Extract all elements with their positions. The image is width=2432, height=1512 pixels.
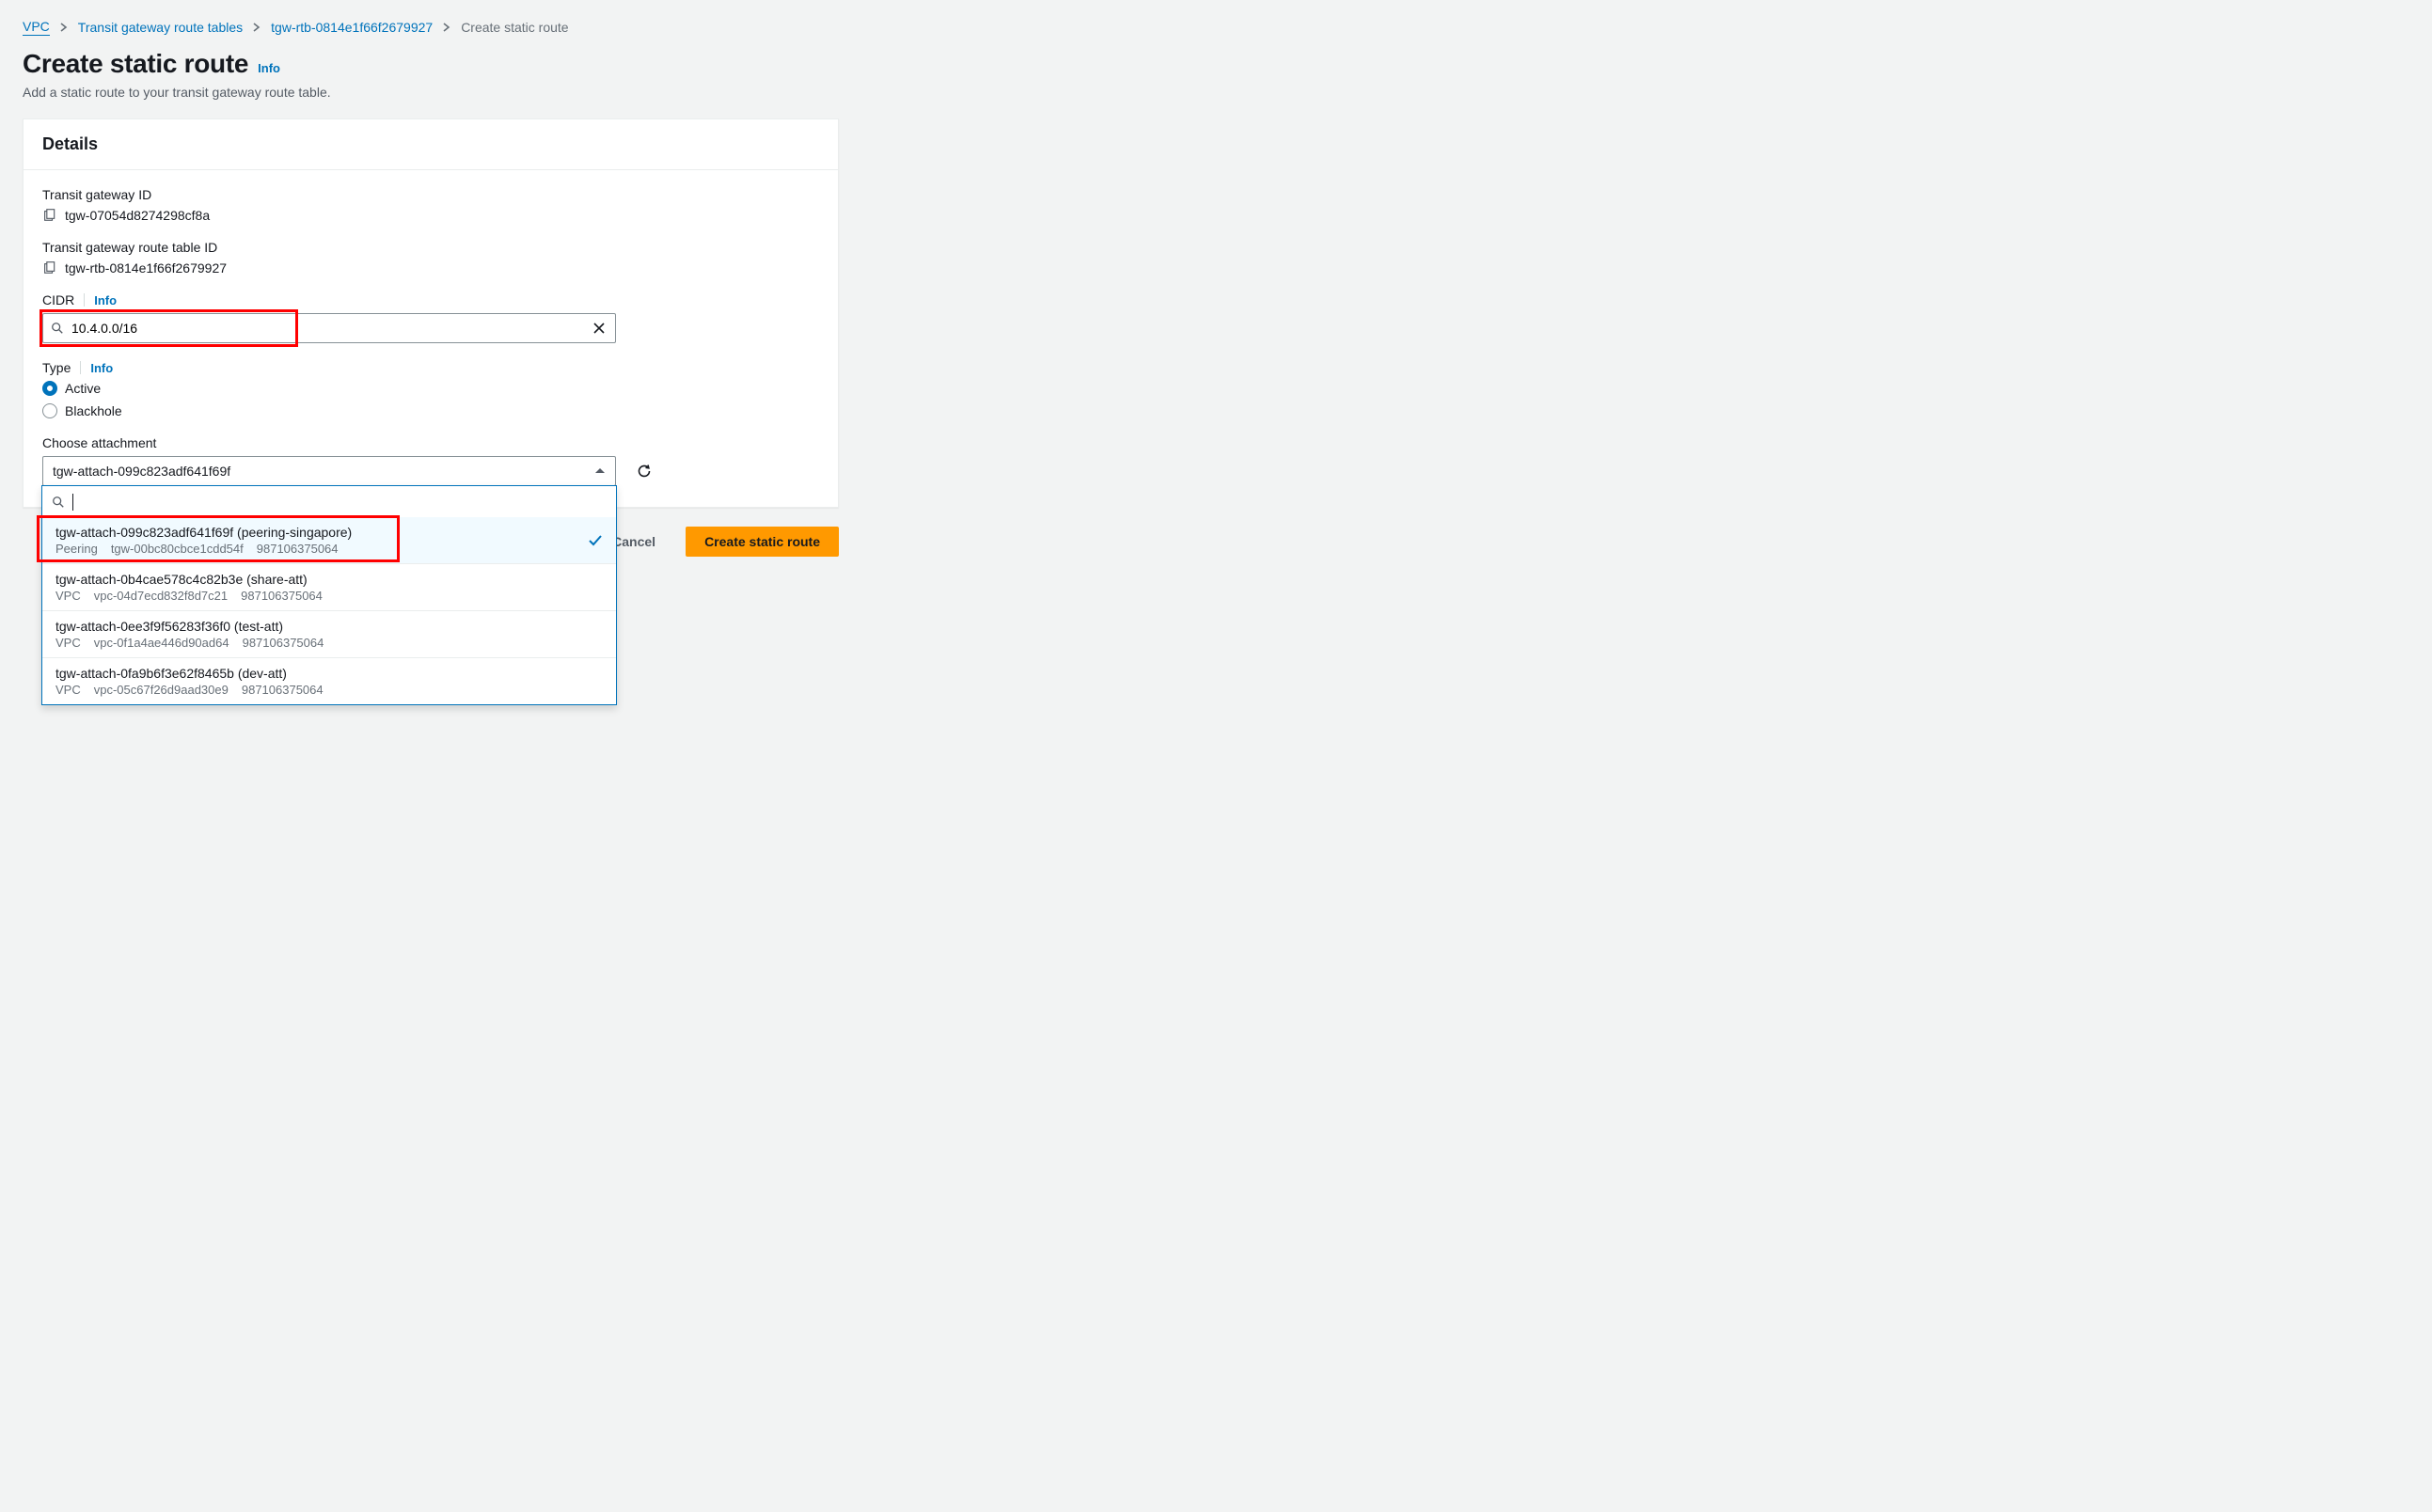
dropdown-item-resource: vpc-05c67f26d9aad30e9: [94, 683, 229, 697]
search-icon: [52, 496, 65, 509]
chevron-right-icon: [442, 23, 451, 32]
radio-icon: [42, 381, 57, 396]
page-info-link[interactable]: Info: [258, 61, 280, 75]
caret-up-icon: [594, 467, 606, 475]
breadcrumb: VPC Transit gateway route tables tgw-rtb…: [23, 19, 2409, 36]
dropdown-item-title: tgw-attach-0fa9b6f3e62f8465b (dev-att): [55, 666, 324, 681]
attach-label: Choose attachment: [42, 435, 819, 450]
dropdown-item-resource: tgw-00bc80cbce1cdd54f: [111, 542, 244, 556]
check-icon: [588, 533, 603, 548]
dropdown-item-account: 987106375064: [241, 589, 323, 603]
attachment-dropdown: tgw-attach-099c823adf641f69f (peering-si…: [41, 485, 617, 705]
text-cursor: [72, 494, 73, 511]
dropdown-item-account: 987106375064: [243, 636, 324, 650]
breadcrumb-route-table-id[interactable]: tgw-rtb-0814e1f66f2679927: [271, 20, 433, 35]
refresh-button[interactable]: [629, 456, 659, 486]
page-description: Add a static route to your transit gatew…: [23, 85, 2409, 100]
details-panel: Details Transit gateway ID tgw-07054d827…: [23, 118, 839, 508]
divider: [80, 361, 81, 374]
copy-icon[interactable]: [42, 261, 55, 275]
attachment-select-value: tgw-attach-099c823adf641f69f: [53, 464, 230, 479]
create-route-button[interactable]: Create static route: [686, 527, 839, 557]
dropdown-item-resource: vpc-04d7ecd832f8d7c21: [94, 589, 228, 603]
breadcrumb-route-tables[interactable]: Transit gateway route tables: [78, 20, 243, 35]
radio-blackhole[interactable]: Blackhole: [42, 403, 819, 418]
radio-icon: [42, 403, 57, 418]
dropdown-item-type: Peering: [55, 542, 98, 556]
rtb-id-value: tgw-rtb-0814e1f66f2679927: [65, 260, 227, 276]
type-label: Type: [42, 360, 71, 375]
radio-blackhole-label: Blackhole: [65, 403, 122, 418]
chevron-right-icon: [59, 23, 69, 32]
radio-active-label: Active: [65, 381, 101, 396]
dropdown-list: tgw-attach-099c823adf641f69f (peering-si…: [42, 517, 616, 704]
dropdown-item-type: VPC: [55, 683, 81, 697]
dropdown-item[interactable]: tgw-attach-099c823adf641f69f (peering-si…: [42, 517, 616, 563]
clear-icon[interactable]: [589, 318, 609, 339]
tgw-id-label: Transit gateway ID: [42, 187, 819, 202]
dropdown-item[interactable]: tgw-attach-0b4cae578c4c82b3e (share-att)…: [42, 563, 616, 610]
chevron-right-icon: [252, 23, 261, 32]
dropdown-item-type: VPC: [55, 589, 81, 603]
copy-icon[interactable]: [42, 209, 55, 222]
dropdown-item-title: tgw-attach-0b4cae578c4c82b3e (share-att): [55, 572, 323, 587]
search-icon: [51, 322, 64, 335]
dropdown-item-account: 987106375064: [242, 683, 324, 697]
dropdown-search[interactable]: [42, 485, 616, 517]
cidr-info-link[interactable]: Info: [94, 293, 117, 307]
radio-active[interactable]: Active: [42, 381, 819, 396]
dropdown-item-account: 987106375064: [257, 542, 339, 556]
dropdown-item-type: VPC: [55, 636, 81, 650]
dropdown-item-resource: vpc-0f1a4ae446d90ad64: [94, 636, 229, 650]
dropdown-item-title: tgw-attach-099c823adf641f69f (peering-si…: [55, 525, 352, 540]
breadcrumb-vpc[interactable]: VPC: [23, 19, 50, 36]
cidr-input[interactable]: [43, 315, 615, 341]
dropdown-item-title: tgw-attach-0ee3f9f56283f36f0 (test-att): [55, 619, 324, 634]
panel-title: Details: [42, 134, 819, 154]
tgw-id-value: tgw-07054d8274298cf8a: [65, 208, 210, 223]
divider: [84, 293, 85, 307]
cidr-label: CIDR: [42, 292, 74, 307]
page-title: Create static route: [23, 49, 248, 79]
dropdown-item[interactable]: tgw-attach-0fa9b6f3e62f8465b (dev-att) V…: [42, 657, 616, 704]
dropdown-item[interactable]: tgw-attach-0ee3f9f56283f36f0 (test-att) …: [42, 610, 616, 657]
attachment-select[interactable]: tgw-attach-099c823adf641f69f: [42, 456, 616, 486]
breadcrumb-current: Create static route: [461, 20, 568, 35]
type-info-link[interactable]: Info: [90, 361, 113, 375]
cidr-input-wrap: [42, 313, 616, 343]
rtb-id-label: Transit gateway route table ID: [42, 240, 819, 255]
